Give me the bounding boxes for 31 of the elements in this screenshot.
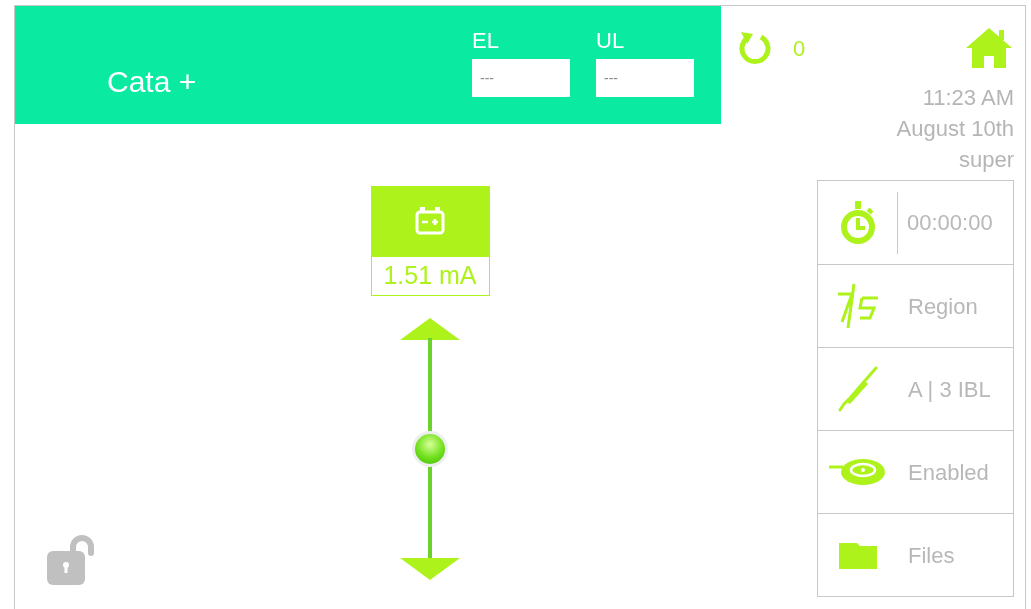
field-label: UL <box>596 28 626 54</box>
menu-item[interactable]: 00:00:00 <box>818 181 1013 264</box>
slider-thumb[interactable] <box>412 431 448 467</box>
clock-time: 11:23 AM <box>922 84 1014 112</box>
refresh-icon[interactable] <box>737 30 773 66</box>
up-arrow-icon[interactable] <box>400 318 460 340</box>
header-title: Cata + <box>107 64 198 100</box>
home-icon[interactable] <box>966 28 1012 68</box>
field-label: EL <box>472 28 500 54</box>
menu-label: Region <box>908 292 978 321</box>
menu-item[interactable]: Enabled <box>818 430 1013 513</box>
menu-item[interactable]: Region <box>818 264 1013 347</box>
menu-label: Files <box>908 541 955 570</box>
round-pad-icon <box>829 457 887 487</box>
open-lock-icon[interactable] <box>47 535 97 585</box>
stopwatch-icon <box>840 200 876 245</box>
input-field[interactable]: --- <box>472 59 570 97</box>
menu-label: A | 3 IBL <box>908 375 991 404</box>
user-name: super <box>958 146 1014 174</box>
menu-item[interactable]: Files <box>818 513 1013 596</box>
menu-label: Enabled <box>908 458 989 487</box>
vertical-slider[interactable] <box>400 318 460 580</box>
battery-icon <box>415 207 445 235</box>
clock-date: August 10th <box>896 115 1014 143</box>
down-arrow-icon[interactable] <box>400 558 460 580</box>
current-reading: 1.51 mA <box>370 256 490 296</box>
pen-probe-icon <box>838 366 878 412</box>
menu-label: 00:00:00 <box>907 209 993 237</box>
menu-item[interactable]: A | 3 IBL <box>818 347 1013 430</box>
counter-value: 0 <box>793 34 806 63</box>
input-field[interactable]: --- <box>596 59 694 97</box>
